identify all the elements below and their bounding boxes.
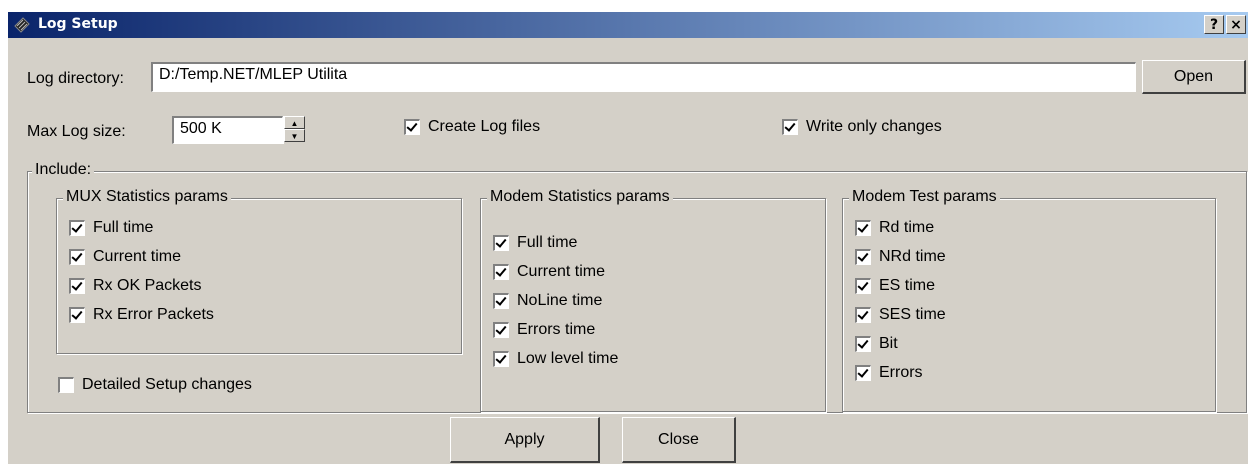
test-es-time-checkbox[interactable]: ES time <box>855 277 935 295</box>
checkmark-icon <box>855 365 871 381</box>
spin-down-icon[interactable]: ▼ <box>284 129 305 142</box>
max-log-size-spinner[interactable]: ▲ ▼ <box>283 116 305 144</box>
cropped-heading-text <box>300 0 307 10</box>
spin-up-icon[interactable]: ▲ <box>284 116 305 129</box>
checkbox-label: Current time <box>93 248 182 265</box>
detailed-setup-label: Detailed Setup changes <box>82 376 252 393</box>
checkmark-icon <box>404 119 420 135</box>
write-only-changes-label: Write only changes <box>806 118 942 135</box>
log-setup-dialog: Log Setup ? × Log directory: D:/Temp.NET… <box>8 12 1248 464</box>
modem-statistics-title: Modem Statistics params <box>487 188 673 206</box>
test-nrd-time-checkbox[interactable]: NRd time <box>855 248 946 266</box>
checkmark-icon <box>69 307 85 323</box>
close-button[interactable]: Close <box>622 417 736 463</box>
include-title: Include: <box>32 161 95 179</box>
window-title: Log Setup <box>38 16 118 32</box>
checkmark-icon <box>69 278 85 294</box>
modem-low-level-time-checkbox[interactable]: Low level time <box>493 350 618 368</box>
create-log-files-checkbox[interactable]: Create Log files <box>404 118 540 136</box>
checkbox-label: Low level time <box>517 350 619 367</box>
checkmark-icon <box>69 249 85 265</box>
checkbox-label: Errors <box>879 364 923 381</box>
title-bar: Log Setup ? × <box>8 12 1248 38</box>
checkbox-label: Full time <box>517 234 578 251</box>
mux-statistics-group: MUX Statistics params Full time Current … <box>56 188 462 354</box>
mux-current-time-checkbox[interactable]: Current time <box>69 248 181 266</box>
max-log-size-input[interactable]: 500 K <box>172 116 283 144</box>
test-bit-checkbox[interactable]: Bit <box>855 335 898 353</box>
checkmark-icon <box>855 336 871 352</box>
checkbox-label: NoLine time <box>517 292 603 309</box>
checkbox-label: Rx OK Packets <box>93 277 202 294</box>
log-directory-input[interactable]: D:/Temp.NET/MLEP Utilita <box>151 62 1136 92</box>
mux-statistics-title: MUX Statistics params <box>63 188 231 206</box>
help-button[interactable]: ? <box>1204 15 1224 34</box>
test-errors-checkbox[interactable]: Errors <box>855 364 923 382</box>
checkmark-icon <box>493 235 509 251</box>
log-directory-label: Log directory: <box>27 70 124 87</box>
detailed-setup-checkbox[interactable]: Detailed Setup changes <box>58 376 252 394</box>
checkbox-label: NRd time <box>879 248 946 265</box>
modem-test-title: Modem Test params <box>849 188 1000 206</box>
checkbox-box <box>58 377 74 393</box>
app-icon <box>14 17 30 33</box>
checkmark-icon <box>69 220 85 236</box>
modem-current-time-checkbox[interactable]: Current time <box>493 263 605 281</box>
checkbox-label: Errors time <box>517 321 596 338</box>
checkmark-icon <box>855 220 871 236</box>
open-button[interactable]: Open <box>1142 60 1246 94</box>
checkmark-icon <box>493 351 509 367</box>
checkmark-icon <box>493 264 509 280</box>
max-log-size-label: Max Log size: <box>27 123 126 140</box>
checkbox-label: Rd time <box>879 219 935 236</box>
include-group: Include: MUX Statistics params Full time… <box>27 161 1247 413</box>
checkmark-icon <box>855 307 871 323</box>
checkbox-label: Current time <box>517 263 606 280</box>
checkbox-label: ES time <box>879 277 936 294</box>
test-ses-time-checkbox[interactable]: SES time <box>855 306 946 324</box>
checkmark-icon <box>855 249 871 265</box>
create-log-files-label: Create Log files <box>428 118 541 135</box>
mux-rx-error-checkbox[interactable]: Rx Error Packets <box>69 306 214 324</box>
modem-test-group: Modem Test params Rd time NRd time ES ti… <box>842 188 1216 412</box>
checkmark-icon <box>855 278 871 294</box>
checkmark-icon <box>493 293 509 309</box>
mux-rx-ok-checkbox[interactable]: Rx OK Packets <box>69 277 201 295</box>
write-only-changes-checkbox[interactable]: Write only changes <box>782 118 942 136</box>
modem-full-time-checkbox[interactable]: Full time <box>493 234 577 252</box>
apply-button[interactable]: Apply <box>450 417 600 463</box>
checkbox-label: Bit <box>879 335 898 352</box>
modem-errors-time-checkbox[interactable]: Errors time <box>493 321 595 339</box>
checkbox-label: Rx Error Packets <box>93 306 214 323</box>
checkmark-icon <box>493 322 509 338</box>
test-rd-time-checkbox[interactable]: Rd time <box>855 219 934 237</box>
cropped-heading <box>0 0 1248 10</box>
modem-noline-time-checkbox[interactable]: NoLine time <box>493 292 602 310</box>
mux-full-time-checkbox[interactable]: Full time <box>69 219 153 237</box>
close-window-button[interactable]: × <box>1226 15 1246 34</box>
checkbox-label: SES time <box>879 306 946 323</box>
modem-statistics-group: Modem Statistics params Full time Curren… <box>480 188 826 412</box>
checkbox-label: Full time <box>93 219 154 236</box>
checkmark-icon <box>782 119 798 135</box>
